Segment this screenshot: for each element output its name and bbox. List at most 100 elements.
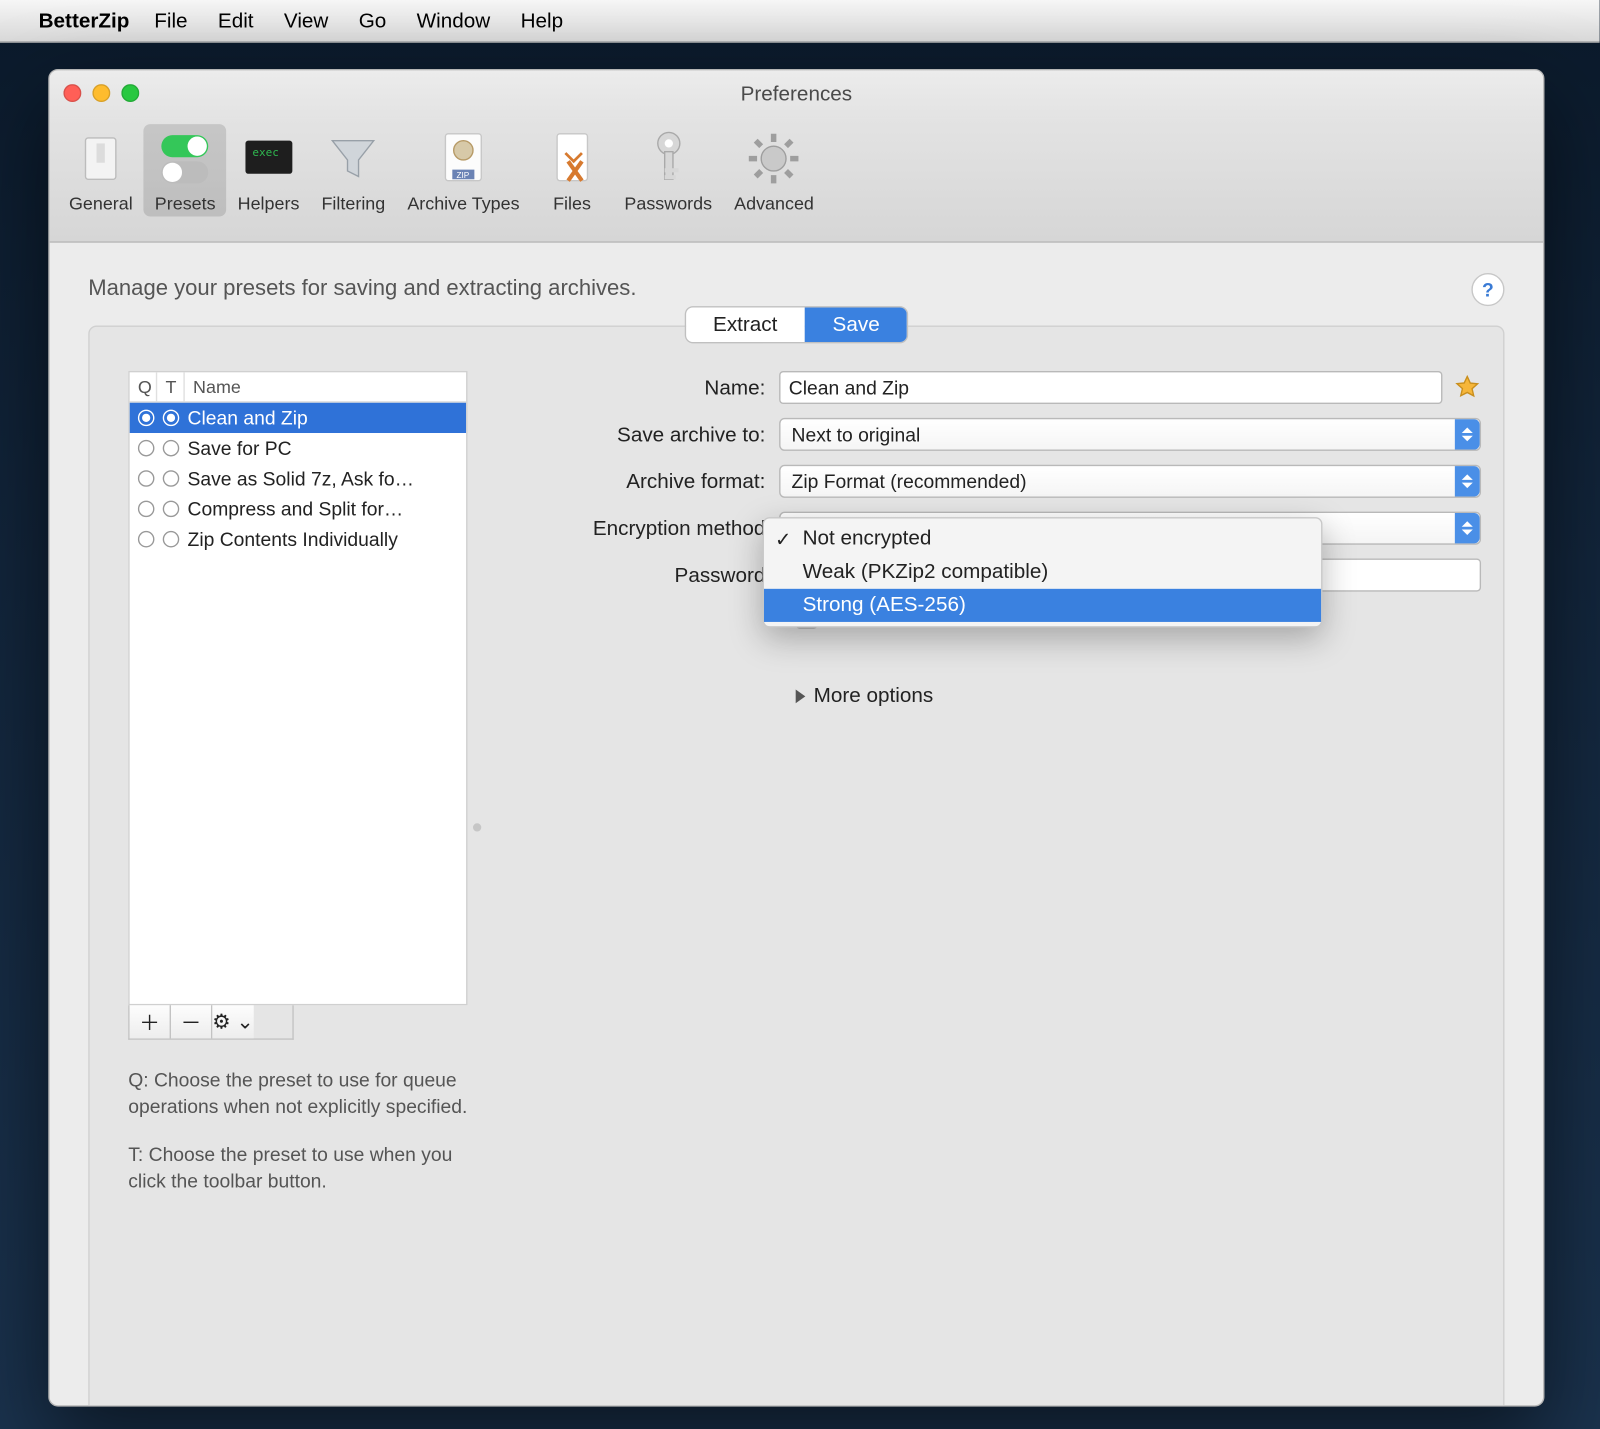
preset-row[interactable]: Clean and Zip (130, 403, 466, 433)
menu-help[interactable]: Help (521, 9, 564, 32)
presets-panel: Extract Save Q T Name Clean and Zip (88, 325, 1504, 1406)
add-preset-button[interactable]: ＋ (130, 1005, 171, 1038)
preset-list-header: Q T Name (130, 372, 466, 402)
macos-menu-bar: BetterZip File Edit View Go Window Help (0, 0, 1600, 43)
menu-item-strong[interactable]: Strong (AES-256) (764, 589, 1321, 622)
menu-item-label: Strong (AES-256) (803, 593, 966, 616)
col-t[interactable]: T (157, 372, 185, 401)
menu-edit[interactable]: Edit (218, 9, 254, 32)
tab-presets[interactable]: Presets (144, 124, 227, 216)
preferences-window: Preferences General Presets exec Helpers… (48, 69, 1544, 1407)
tab-files[interactable]: Files (531, 124, 614, 216)
password-label: Password (531, 563, 779, 586)
col-name[interactable]: Name (185, 372, 466, 401)
tab-general[interactable]: General (58, 124, 144, 216)
close-button[interactable] (63, 84, 81, 102)
preset-gear-button[interactable]: ⚙︎ ⌄ (212, 1005, 253, 1038)
save-to-label: Save archive to: (531, 423, 779, 446)
preset-name: Zip Contents Individually (188, 528, 398, 550)
content-area: Manage your presets for saving and extra… (50, 243, 1543, 1405)
save-to-value: Next to original (792, 423, 921, 445)
radio-t[interactable] (163, 470, 180, 487)
help-button[interactable]: ? (1471, 273, 1504, 306)
save-to-popup[interactable]: Next to original (779, 418, 1481, 451)
radio-q[interactable] (138, 410, 155, 427)
preset-name: Compress and Split for… (188, 498, 404, 520)
tab-filtering[interactable]: Filtering (310, 124, 396, 216)
format-value: Zip Format (recommended) (792, 470, 1027, 492)
disclosure-triangle-icon (796, 689, 806, 703)
radio-q[interactable] (138, 470, 155, 487)
preset-row[interactable]: Save as Solid 7z, Ask fo… (130, 463, 466, 493)
filtering-icon (324, 130, 382, 188)
menu-view[interactable]: View (284, 9, 328, 32)
tab-passwords[interactable]: Passwords (613, 124, 723, 216)
tab-archive-types[interactable]: ZIP Archive Types (396, 124, 530, 216)
menu-go[interactable]: Go (359, 9, 387, 32)
zoom-button[interactable] (121, 84, 139, 102)
minimize-button[interactable] (92, 84, 110, 102)
segment-extract[interactable]: Extract (685, 308, 805, 342)
archive-format-popup[interactable]: Zip Format (recommended) (779, 465, 1481, 498)
chevron-down-icon: ⌄ (237, 1009, 254, 1034)
gear-icon: ⚙︎ (212, 1009, 231, 1034)
more-options-toggle[interactable]: More options (796, 684, 1481, 707)
tab-archive-types-label: Archive Types (407, 193, 519, 214)
menu-window[interactable]: Window (417, 9, 491, 32)
svg-text:exec: exec (252, 146, 279, 159)
intro-text: Manage your presets for saving and extra… (88, 277, 636, 302)
remove-preset-button[interactable]: － (171, 1005, 212, 1038)
app-menu[interactable]: BetterZip (39, 9, 130, 32)
window-titlebar: Preferences (50, 70, 1543, 118)
tab-general-label: General (69, 193, 133, 214)
tab-advanced[interactable]: Advanced (723, 124, 825, 216)
presets-icon (156, 130, 214, 188)
radio-q[interactable] (138, 440, 155, 457)
preset-row[interactable]: Save for PC (130, 433, 466, 463)
tab-presets-label: Presets (155, 193, 216, 214)
resize-handle-icon[interactable] (473, 823, 481, 831)
preset-name: Clean and Zip (188, 407, 308, 429)
archive-types-icon: ZIP (434, 130, 492, 188)
favorite-star-icon[interactable] (1453, 374, 1481, 402)
preset-name: Save for PC (188, 437, 292, 459)
preset-list-buttons: ＋ － ⚙︎ ⌄ (128, 1005, 293, 1039)
menu-item-not-encrypted[interactable]: ✓ Not encrypted (764, 523, 1321, 556)
radio-t[interactable] (163, 501, 180, 518)
stepper-icon (1455, 419, 1480, 449)
segment-save[interactable]: Save (805, 308, 907, 342)
radio-t[interactable] (163, 440, 180, 457)
passwords-icon (639, 130, 697, 188)
menu-file[interactable]: File (154, 9, 187, 32)
stepper-icon (1455, 466, 1480, 496)
files-icon (543, 130, 601, 188)
advanced-icon (745, 130, 803, 188)
more-options-label: More options (814, 684, 934, 707)
note-q: Q: Choose the preset to use for queue op… (128, 1067, 467, 1119)
traffic-lights (63, 84, 139, 102)
preset-list-area: Q T Name Clean and Zip Save (128, 371, 467, 1216)
tab-filtering-label: Filtering (321, 193, 385, 214)
checkmark-icon: ✓ (775, 525, 791, 553)
preset-row[interactable]: Zip Contents Individually (130, 524, 466, 554)
name-label: Name: (531, 376, 779, 399)
intro-row: Manage your presets for saving and extra… (88, 273, 1504, 306)
tab-helpers-label: Helpers (238, 193, 300, 214)
menu-item-label: Weak (PKZip2 compatible) (803, 560, 1049, 583)
tab-helpers[interactable]: exec Helpers (227, 124, 311, 216)
menu-item-weak[interactable]: Weak (PKZip2 compatible) (764, 556, 1321, 589)
extract-save-segmented: Extract Save (685, 308, 907, 342)
name-field[interactable]: Clean and Zip (779, 371, 1442, 404)
note-t: T: Choose the preset to use when you cli… (128, 1142, 467, 1194)
encryption-dropdown-menu: ✓ Not encrypted Weak (PKZip2 compatible)… (763, 517, 1323, 627)
radio-t[interactable] (163, 531, 180, 548)
radio-t[interactable] (163, 410, 180, 427)
radio-q[interactable] (138, 501, 155, 518)
general-icon (72, 130, 130, 188)
preset-list-body: Clean and Zip Save for PC Save as Solid … (130, 403, 466, 1004)
col-q[interactable]: Q (130, 372, 158, 401)
row-format: Archive format: Zip Format (recommended) (531, 465, 1481, 498)
radio-q[interactable] (138, 531, 155, 548)
preset-row[interactable]: Compress and Split for… (130, 494, 466, 524)
stepper-icon (1455, 513, 1480, 543)
